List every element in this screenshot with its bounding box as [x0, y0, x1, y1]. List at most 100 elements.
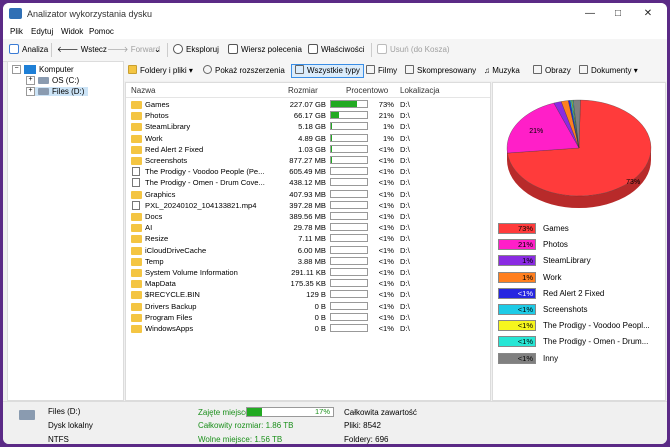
row-size: 29.78 MB — [293, 223, 326, 233]
expand-icon[interactable]: + — [26, 87, 35, 97]
tree-root-computer[interactable]: − Komputer — [12, 65, 74, 75]
folder-icon — [131, 269, 142, 277]
collapse-icon[interactable]: − — [12, 65, 21, 75]
legend-swatch: 21% — [498, 239, 536, 251]
legend-label: Inny — [543, 353, 559, 363]
table-row[interactable]: iCloudDriveCache 6.00 MB <1% D:\ — [126, 245, 490, 256]
minimize-button[interactable]: — — [579, 5, 601, 23]
delete-button[interactable]: Usuń (do Kosza) — [377, 44, 450, 56]
status-total-size: Całkowity rozmiar: 1.86 TB — [198, 421, 294, 430]
status-bar: Files (D:) Dysk lokalny NTFS Zajęte miej… — [3, 401, 667, 444]
table-row[interactable]: Red Alert 2 Fixed 1.03 GB <1% D:\ — [126, 144, 490, 155]
row-size: 1.03 GB — [298, 144, 326, 154]
table-row[interactable]: Temp 3.88 MB <1% D:\ — [126, 256, 490, 267]
computer-icon — [24, 65, 36, 75]
row-location: D:\ — [400, 200, 410, 210]
table-row[interactable]: Resize 7.11 MB <1% D:\ — [126, 233, 490, 244]
all-types-button[interactable]: Wszystkie typy — [291, 64, 364, 78]
table-row[interactable]: Photos 66.17 GB 21% D:\ — [126, 110, 490, 121]
menu-edit[interactable]: Edytuj — [31, 27, 53, 36]
folders-files-dropdown[interactable]: Foldery i pliki ▾ — [128, 64, 193, 77]
row-size: 66.17 GB — [293, 111, 326, 121]
film-icon — [366, 65, 375, 74]
drive-status-icon — [19, 410, 35, 420]
column-header-percent[interactable]: Procentowo — [346, 86, 388, 95]
row-percent-bar — [330, 212, 368, 220]
table-row[interactable]: Graphics 407.93 MB <1% D:\ — [126, 189, 490, 200]
forward-button[interactable]: 🡒 Forward — [107, 44, 160, 56]
legend-label: SteamLibrary — [543, 256, 591, 266]
close-button[interactable]: ✕ — [637, 5, 659, 23]
row-name: Screenshots — [145, 156, 188, 165]
row-name: SteamLibrary — [145, 122, 191, 132]
table-row[interactable]: Program Files 0 B <1% D:\ — [126, 312, 490, 323]
table-row[interactable]: WindowsApps 0 B <1% D:\ — [126, 323, 490, 334]
filter-label: Pokaż rozszerzenia — [215, 66, 285, 75]
props-label: Właściwości — [321, 45, 365, 54]
filter-label: Wszystkie typy — [307, 66, 360, 75]
table-row[interactable]: Screenshots 877.27 MB <1% D:\ — [126, 155, 490, 166]
row-size: 7.11 MB — [298, 234, 326, 244]
documents-filter-dropdown[interactable]: Dokumenty ▾ — [579, 64, 638, 77]
table-row[interactable]: Games 227.07 GB 73% D:\ — [126, 99, 490, 110]
compressed-filter-button[interactable]: Skompresowany — [405, 64, 476, 77]
analyze-button[interactable]: Analiza — [9, 44, 48, 56]
show-extensions-button[interactable]: Pokaż rozszerzenia — [203, 64, 285, 77]
column-header-name[interactable]: Nazwa — [131, 86, 155, 95]
row-location: D:\ — [400, 245, 410, 255]
tree-item-drive-c[interactable]: + OS (C:) — [26, 76, 79, 86]
expand-icon[interactable]: + — [26, 76, 35, 86]
terminal-icon — [228, 44, 238, 54]
explore-button[interactable]: Eksploruj — [173, 44, 219, 56]
row-name: The Prodigy - Omen - Drum Cove... — [145, 178, 265, 188]
toolbar-separator — [51, 43, 52, 57]
row-name: Photos — [145, 111, 169, 121]
row-percent: <1% — [378, 268, 394, 277]
table-row[interactable]: Docs 389.56 MB <1% D:\ — [126, 211, 490, 222]
menu-view[interactable]: Widok — [61, 27, 83, 36]
column-header-size[interactable]: Rozmiar — [288, 86, 318, 95]
pie-slice-label: 21% — [529, 128, 543, 135]
folder-icon — [131, 235, 142, 244]
row-percent-bar — [330, 268, 368, 276]
column-header-location[interactable]: Lokalizacja — [400, 86, 440, 95]
legend-item: 1% Work — [498, 271, 663, 284]
row-percent-bar — [330, 312, 368, 321]
row-percent: <1% — [378, 312, 394, 322]
folder-icon — [131, 224, 142, 233]
maximize-button[interactable]: □ — [607, 5, 629, 23]
table-row[interactable]: Drivers Backup 0 B <1% D:\ — [126, 301, 490, 312]
table-row[interactable]: Work 4.89 GB 1% D:\ — [126, 133, 490, 144]
row-name: PXL_20240102_104133821.mp4 — [145, 200, 257, 210]
table-row[interactable]: $RECYCLE.BIN 129 B <1% D:\ — [126, 289, 490, 300]
images-filter-button[interactable]: Obrazy — [533, 64, 571, 77]
music-filter-button[interactable]: ♫ Muzyka — [484, 64, 520, 77]
menu-file[interactable]: Plik — [10, 27, 23, 36]
history-dropdown[interactable]: ⌄ — [154, 44, 161, 56]
chevron-down-icon: ⌄ — [154, 45, 161, 54]
row-size: 4.89 GB — [298, 133, 326, 143]
table-row[interactable]: SteamLibrary 5.18 GB 1% D:\ — [126, 121, 490, 132]
movies-filter-button[interactable]: Filmy — [366, 64, 397, 77]
row-percent: <1% — [378, 144, 394, 154]
row-size: 5.18 GB — [298, 122, 326, 132]
folder-icon — [131, 190, 142, 199]
table-row[interactable]: The Prodigy - Omen - Drum Cove... 438.12 … — [126, 177, 490, 188]
back-button[interactable]: 🡐 Wstecz — [57, 44, 107, 56]
table-row[interactable]: MapData 175.35 KB <1% D:\ — [126, 278, 490, 289]
file-list: Nazwa Rozmiar Procentowo Lokalizacja Gam… — [125, 82, 491, 401]
properties-button[interactable]: Właściwości — [308, 44, 365, 56]
command-prompt-button[interactable]: Wiersz polecenia — [228, 44, 302, 56]
table-row[interactable]: PXL_20240102_104133821.mp4 397.28 MB <1% D:… — [126, 200, 490, 211]
legend-item: 21% Photos — [498, 239, 663, 251]
row-percent-fill — [331, 101, 358, 107]
analyze-label: Analiza — [22, 45, 49, 54]
menu-help[interactable]: Pomoc — [89, 27, 114, 36]
tree-item-drive-d[interactable]: + Files (D:) — [26, 87, 89, 97]
status-filesystem: NTFS — [48, 435, 69, 444]
legend-swatch: <1% — [498, 320, 536, 332]
table-row[interactable]: AI 29.78 MB <1% D:\ — [126, 222, 490, 233]
legend-swatch: 1% — [498, 255, 536, 267]
table-row[interactable]: System Volume Information 291.11 KB <1% D:\ — [126, 267, 490, 278]
table-row[interactable]: The Prodigy - Voodoo People (Pe... 605.49… — [126, 166, 490, 177]
